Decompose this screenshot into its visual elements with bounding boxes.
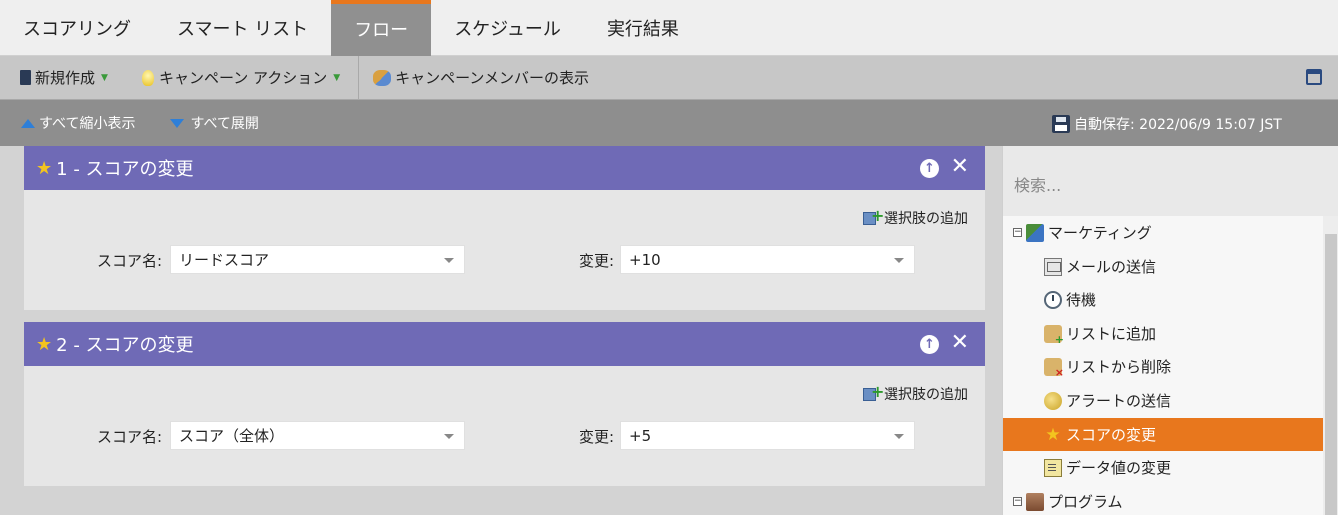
- chevron-down-icon: [444, 434, 454, 439]
- flow-actions-pane: 検索... − マーケティング メールの送信 待機 + リストに追加 × リスト…: [1002, 146, 1338, 515]
- collapse-toggle-icon[interactable]: −: [1013, 497, 1022, 506]
- marketing-folder-icon: [1026, 223, 1044, 242]
- actions-tree: − マーケティング メールの送信 待機 + リストに追加 × リストから削除 ア…: [1003, 216, 1323, 515]
- save-disk-icon: [1052, 115, 1070, 133]
- tree-node-program[interactable]: − プログラム: [1003, 485, 1323, 515]
- tree-node-label: リストから削除: [1066, 358, 1172, 376]
- autosave-label: 自動保存: 2022/06/9 15:07 JST: [1074, 117, 1282, 133]
- show-members-button[interactable]: キャンペーンメンバーの表示: [373, 56, 589, 100]
- tree-node-wait[interactable]: 待機: [1003, 283, 1323, 316]
- chevron-down-icon: [894, 258, 904, 263]
- change-value: +5: [629, 427, 652, 445]
- add-choice-label: 選択肢の追加: [884, 387, 968, 403]
- score-name-select[interactable]: スコア（全体）: [170, 421, 465, 450]
- toolbar-divider: [358, 55, 360, 100]
- mail-icon: [1044, 257, 1062, 276]
- sub-toolbar: すべて縮小表示 すべて展開 自動保存: 2022/06/9 15:07 JST: [0, 100, 1338, 146]
- new-doc-icon: [20, 70, 31, 85]
- collapse-all-button[interactable]: すべて縮小表示: [21, 113, 135, 133]
- tree-node-change-data-value[interactable]: データ値の変更: [1003, 451, 1323, 484]
- lightbulb-icon: [141, 69, 154, 86]
- tree-node-label: 待機: [1066, 291, 1097, 309]
- chevron-down-icon: [894, 434, 904, 439]
- campaign-action-label: キャンペーン アクション: [158, 69, 328, 87]
- flow-canvas: ★ 1 - スコアの変更 ↑ ✕ 選択肢の追加 スコア名: リードスコア 変更:…: [0, 146, 1002, 515]
- change-label: 変更:: [579, 252, 615, 270]
- add-choice-icon: [863, 206, 884, 226]
- star-icon: ★: [36, 157, 53, 179]
- tab-smart-list[interactable]: スマート リスト: [154, 0, 331, 56]
- tab-flow[interactable]: フロー: [331, 0, 432, 56]
- dropdown-arrow-icon: ▼: [101, 72, 108, 83]
- score-name-label: スコア名:: [97, 428, 163, 446]
- data-edit-icon: [1044, 458, 1062, 477]
- tree-scrollbar[interactable]: [1323, 216, 1338, 515]
- dropdown-arrow-icon: ▼: [333, 72, 341, 83]
- collapse-triangle-icon: [21, 118, 35, 128]
- clock-icon: [1044, 290, 1062, 309]
- window-maximize-icon[interactable]: [1306, 69, 1322, 85]
- move-up-icon[interactable]: ↑: [920, 335, 939, 354]
- tree-node-marketing[interactable]: − マーケティング: [1003, 216, 1323, 249]
- tree-node-send-alert[interactable]: アラートの送信: [1003, 384, 1323, 417]
- add-choice-icon: [863, 382, 884, 402]
- program-folder-icon: [1026, 492, 1044, 511]
- add-choice-label: 選択肢の追加: [884, 211, 968, 227]
- score-name-value: スコア（全体）: [179, 427, 285, 445]
- tree-node-label: スコアの変更: [1066, 426, 1157, 444]
- close-icon[interactable]: ✕: [951, 155, 969, 179]
- collapse-toggle-icon[interactable]: −: [1013, 228, 1022, 237]
- collapse-all-label: すべて縮小表示: [39, 116, 136, 132]
- new-button[interactable]: 新規作成 ▼: [20, 56, 108, 100]
- expand-triangle-icon: [170, 118, 185, 128]
- chevron-down-icon: [444, 258, 454, 263]
- star-icon: ★: [36, 333, 53, 355]
- toolbar: 新規作成 ▼ キャンペーン アクション ▼ キャンペーンメンバーの表示: [0, 55, 1338, 100]
- autosave-status: 自動保存: 2022/06/9 15:07 JST: [1052, 114, 1282, 134]
- tree-node-remove-from-list[interactable]: × リストから削除: [1003, 350, 1323, 383]
- add-choice-button[interactable]: 選択肢の追加: [863, 382, 968, 404]
- list-add-icon: +: [1044, 324, 1064, 345]
- members-icon: [373, 69, 392, 86]
- change-value: +10: [629, 251, 661, 269]
- move-up-icon[interactable]: ↑: [920, 159, 939, 178]
- step-header[interactable]: ★ 1 - スコアの変更 ↑ ✕: [24, 146, 985, 190]
- alert-bell-icon: [1044, 391, 1062, 410]
- tree-node-label: マーケティング: [1048, 224, 1152, 242]
- scrollbar-thumb[interactable]: [1325, 234, 1337, 515]
- change-select[interactable]: +5: [620, 421, 915, 450]
- score-name-value: リードスコア: [179, 251, 270, 269]
- tree-node-send-email[interactable]: メールの送信: [1003, 250, 1323, 283]
- flow-step-1: ★ 1 - スコアの変更 ↑ ✕ 選択肢の追加 スコア名: リードスコア 変更:…: [24, 146, 985, 310]
- add-choice-button[interactable]: 選択肢の追加: [863, 206, 968, 228]
- tree-node-label: リストに追加: [1066, 325, 1157, 343]
- tab-scoring[interactable]: スコアリング: [0, 0, 154, 56]
- tree-node-add-to-list[interactable]: + リストに追加: [1003, 317, 1323, 350]
- top-tab-bar: スコアリング スマート リスト フロー スケジュール 実行結果: [0, 0, 1338, 56]
- step-header[interactable]: ★ 2 - スコアの変更 ↑ ✕: [24, 322, 985, 366]
- tree-node-label: データ値の変更: [1066, 459, 1172, 477]
- step-title: 1 - スコアの変更: [56, 159, 194, 180]
- campaign-action-button[interactable]: キャンペーン アクション ▼: [141, 56, 341, 100]
- step-title: 2 - スコアの変更: [56, 335, 194, 356]
- star-icon: ★: [1045, 424, 1061, 445]
- change-label: 変更:: [579, 428, 615, 446]
- expand-all-button[interactable]: すべて展開: [170, 113, 259, 133]
- tree-node-label: アラートの送信: [1066, 392, 1172, 410]
- tree-node-change-score[interactable]: ★ スコアの変更: [1003, 418, 1323, 451]
- tab-results[interactable]: 実行結果: [584, 0, 702, 56]
- flow-step-2: ★ 2 - スコアの変更 ↑ ✕ 選択肢の追加 スコア名: スコア（全体） 変更…: [24, 322, 985, 486]
- show-members-label: キャンペーンメンバーの表示: [395, 69, 589, 87]
- search-input[interactable]: 検索...: [1003, 146, 1338, 216]
- score-name-select[interactable]: リードスコア: [170, 245, 465, 274]
- list-remove-icon: ×: [1044, 357, 1064, 378]
- expand-all-label: すべて展開: [190, 116, 259, 132]
- score-name-label: スコア名:: [97, 252, 163, 270]
- tab-schedule[interactable]: スケジュール: [431, 0, 584, 56]
- close-icon[interactable]: ✕: [951, 331, 969, 355]
- tree-node-label: メールの送信: [1066, 258, 1157, 276]
- change-select[interactable]: +10: [620, 245, 915, 274]
- tree-node-label: プログラム: [1048, 493, 1123, 511]
- new-button-label: 新規作成: [35, 69, 96, 87]
